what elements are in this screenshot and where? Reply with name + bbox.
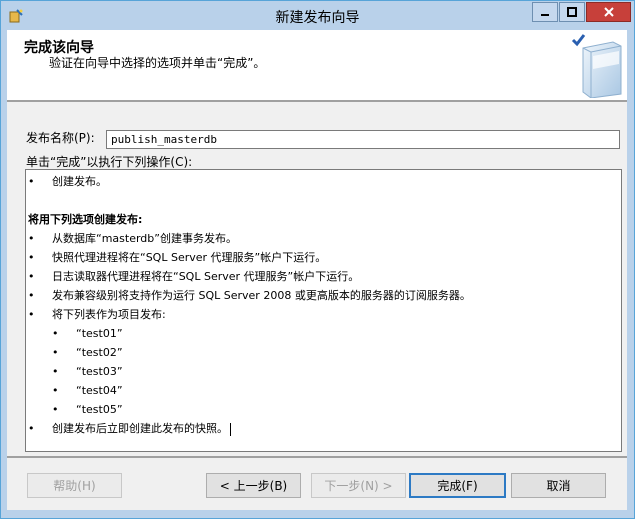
- help-button[interactable]: 帮助(H): [27, 473, 122, 498]
- maximize-icon: [567, 7, 577, 17]
- bullet-icon: •: [28, 308, 35, 321]
- list-item-text: 将下列表作为项目发布:: [52, 308, 166, 321]
- snapshot-line: 创建发布后立即创建此发布的快照。: [52, 419, 231, 438]
- minimize-icon: [541, 14, 549, 16]
- bullet-icon: •: [28, 289, 35, 302]
- close-button[interactable]: [586, 2, 631, 22]
- list-item-text: 创建发布后立即创建此发布的快照。: [52, 422, 228, 435]
- summary-textbox[interactable]: • 创建发布。 将用下列选项创建发布: • 从数据库“masterdb”创建事务…: [25, 169, 622, 452]
- list-item: • 创建发布后立即创建此发布的快照。: [28, 419, 621, 438]
- list-item-text: 从数据库“masterdb”创建事务发布。: [52, 232, 237, 245]
- bullet-icon: •: [52, 403, 59, 416]
- article-item: • “test03”: [28, 362, 621, 381]
- maximize-button[interactable]: [559, 2, 585, 22]
- list-item-text: 快照代理进程将在“SQL Server 代理服务”帐户下运行。: [52, 251, 327, 264]
- page-subtitle: 验证在向导中选择的选项并单击“完成”。: [49, 56, 266, 70]
- article-name: “test05”: [76, 403, 123, 416]
- list-item: • 发布兼容级别将支持作为运行 SQL Server 2008 或更高版本的服务…: [28, 286, 621, 305]
- article-item: • “test02”: [28, 343, 621, 362]
- next-button[interactable]: 下一步(N) >: [311, 473, 406, 498]
- bullet-icon: •: [52, 365, 59, 378]
- options-heading: 将用下列选项创建发布:: [28, 210, 621, 229]
- wizard-footer: 帮助(H) < 上一步(B) 下一步(N) > 完成(F) 取消: [7, 458, 627, 510]
- article-item: • “test04”: [28, 381, 621, 400]
- title-bar[interactable]: 新建发布向导: [1, 1, 634, 30]
- list-item-text: 日志读取器代理进程将在“SQL Server 代理服务”帐户下运行。: [52, 270, 360, 283]
- wizard-header: 完成该向导 验证在向导中选择的选项并单击“完成”。: [7, 30, 627, 100]
- article-name: “test02”: [76, 346, 123, 359]
- bullet-icon: •: [28, 270, 35, 283]
- text-caret: [230, 422, 231, 436]
- article-item: • “test01”: [28, 324, 621, 343]
- minimize-button[interactable]: [532, 2, 558, 22]
- article-item: • “test05”: [28, 400, 621, 419]
- article-name: “test01”: [76, 327, 123, 340]
- bullet-icon: •: [52, 327, 59, 340]
- finish-button[interactable]: 完成(F): [409, 473, 506, 498]
- bullet-icon: •: [28, 175, 35, 188]
- list-item-text: 创建发布。: [52, 175, 107, 188]
- summary-content: • 创建发布。 将用下列选项创建发布: • 从数据库“masterdb”创建事务…: [28, 172, 621, 438]
- close-icon: [603, 7, 614, 17]
- list-item: • 快照代理进程将在“SQL Server 代理服务”帐户下运行。: [28, 248, 621, 267]
- list-item-text: 发布兼容级别将支持作为运行 SQL Server 2008 或更高版本的服务器的…: [52, 289, 471, 302]
- bullet-icon: •: [28, 251, 35, 264]
- cancel-button[interactable]: 取消: [511, 473, 606, 498]
- article-name: “test04”: [76, 384, 123, 397]
- bullet-icon: •: [28, 422, 35, 435]
- publication-name-label: 发布名称(P):: [26, 131, 95, 145]
- article-name: “test03”: [76, 365, 123, 378]
- books-checkmark-icon: [571, 34, 622, 98]
- list-item: • 将下列表作为项目发布:: [28, 305, 621, 324]
- bullet-icon: •: [52, 384, 59, 397]
- bullet-icon: •: [28, 232, 35, 245]
- publication-name-input[interactable]: [106, 130, 620, 149]
- back-button[interactable]: < 上一步(B): [206, 473, 301, 498]
- list-item: • 日志读取器代理进程将在“SQL Server 代理服务”帐户下运行。: [28, 267, 621, 286]
- bullet-icon: •: [52, 346, 59, 359]
- list-item: • 创建发布。: [28, 172, 621, 191]
- wizard-body: 发布名称(P): 单击“完成”以执行下列操作(C): • 创建发布。 将用下列选…: [7, 102, 627, 456]
- options-heading-text: 将用下列选项创建发布:: [28, 213, 143, 226]
- list-item: • 从数据库“masterdb”创建事务发布。: [28, 229, 621, 248]
- actions-label: 单击“完成”以执行下列操作(C):: [26, 155, 193, 169]
